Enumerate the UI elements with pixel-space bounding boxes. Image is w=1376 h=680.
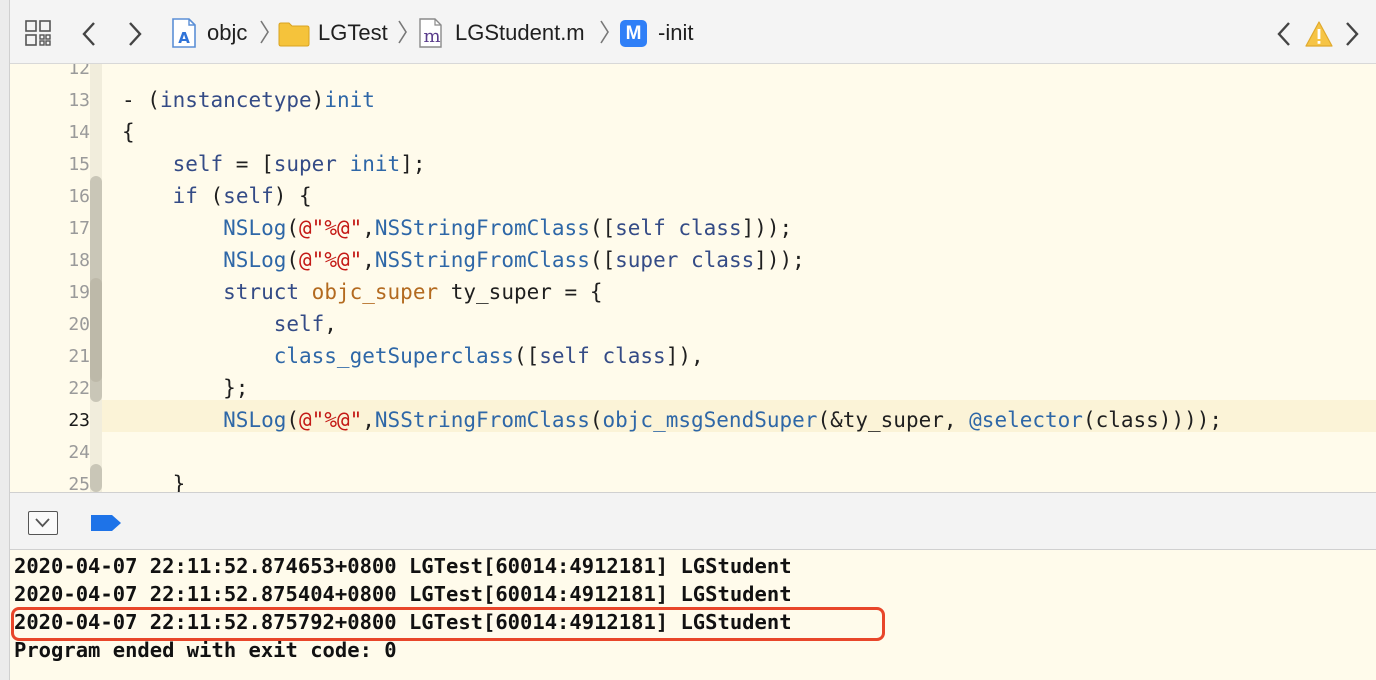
line-number[interactable]: 20: [10, 314, 90, 335]
line-number[interactable]: 25: [10, 474, 90, 492]
code-line[interactable]: NSLog(@"%@",NSStringFromClass([super cla…: [122, 248, 805, 272]
highlight-callout-box: [11, 607, 885, 641]
code-line[interactable]: NSLog(@"%@",NSStringFromClass([self clas…: [122, 216, 792, 240]
line-number[interactable]: 24: [10, 442, 90, 463]
breadcrumb-separator: [258, 18, 270, 53]
line-number[interactable]: 19: [10, 282, 90, 303]
navigator-edge: [0, 0, 10, 680]
project-icon[interactable]: A: [170, 17, 198, 54]
go-back-icon[interactable]: [80, 20, 98, 53]
line-number[interactable]: 21: [10, 346, 90, 367]
hide-debug-area-button[interactable]: [28, 511, 58, 535]
breadcrumb-project[interactable]: objc: [207, 20, 247, 46]
line-number[interactable]: 12: [10, 64, 90, 79]
code-line[interactable]: self,: [122, 312, 337, 336]
method-icon[interactable]: M: [620, 20, 647, 47]
console-line: 2020-04-07 22:11:52.875404+0800 LGTest[6…: [14, 582, 792, 606]
go-forward-icon[interactable]: [126, 20, 144, 53]
code-line[interactable]: - (instancetype)init: [122, 88, 375, 112]
line-number[interactable]: 16: [10, 186, 90, 207]
breadcrumb-file[interactable]: LGStudent.m: [455, 20, 585, 46]
code-line[interactable]: NSLog(@"%@",NSStringFromClass(objc_msgSe…: [122, 408, 1222, 432]
code-line[interactable]: struct objc_super ty_super = {: [122, 280, 602, 304]
objc-file-icon-glyph: m: [423, 26, 441, 47]
breadcrumb-separator: [396, 18, 408, 53]
svg-text:A: A: [178, 29, 190, 47]
breadcrumb-method[interactable]: -init: [658, 20, 693, 46]
code-line[interactable]: {: [122, 120, 135, 144]
jump-bar: A objc LGTest m LGStudent.m M -init: [10, 0, 1376, 64]
source-editor[interactable]: 12 13 14 15 16 17 18 19 20 21 22 23 24 25 - (instance…: [10, 64, 1376, 492]
console-output[interactable]: 2020-04-07 22:11:52.874653+0800 LGTest[6…: [10, 550, 1376, 680]
line-number[interactable]: 13: [10, 90, 90, 111]
line-number[interactable]: 22: [10, 378, 90, 399]
console-line: 2020-04-07 22:11:52.874653+0800 LGTest[6…: [14, 554, 792, 578]
console-exit-line: Program ended with exit code: 0: [14, 638, 397, 662]
breadcrumb-separator: [598, 18, 610, 53]
fold-indicator[interactable]: [90, 278, 102, 382]
code-line[interactable]: self = [super init];: [122, 152, 426, 176]
fold-indicator[interactable]: [90, 464, 102, 492]
code-line[interactable]: class_getSuperclass([self class]),: [122, 344, 704, 368]
previous-issue-icon[interactable]: [1276, 20, 1292, 53]
related-items-icon[interactable]: [24, 19, 52, 47]
line-number[interactable]: 14: [10, 122, 90, 143]
line-number[interactable]: 23: [10, 410, 90, 431]
code-line[interactable]: };: [122, 376, 248, 400]
line-number[interactable]: 17: [10, 218, 90, 239]
breadcrumb-folder[interactable]: LGTest: [318, 20, 388, 46]
line-number[interactable]: 18: [10, 250, 90, 271]
debug-bar: [10, 492, 1376, 550]
line-number[interactable]: 15: [10, 154, 90, 175]
next-issue-icon[interactable]: [1344, 20, 1360, 53]
warning-icon[interactable]: [1304, 20, 1334, 53]
code-line[interactable]: }: [122, 472, 186, 492]
breakpoints-toggle-icon[interactable]: [90, 513, 122, 538]
code-line[interactable]: if (self) {: [122, 184, 312, 208]
objc-file-icon[interactable]: m: [418, 17, 444, 49]
folder-icon[interactable]: [278, 21, 310, 52]
